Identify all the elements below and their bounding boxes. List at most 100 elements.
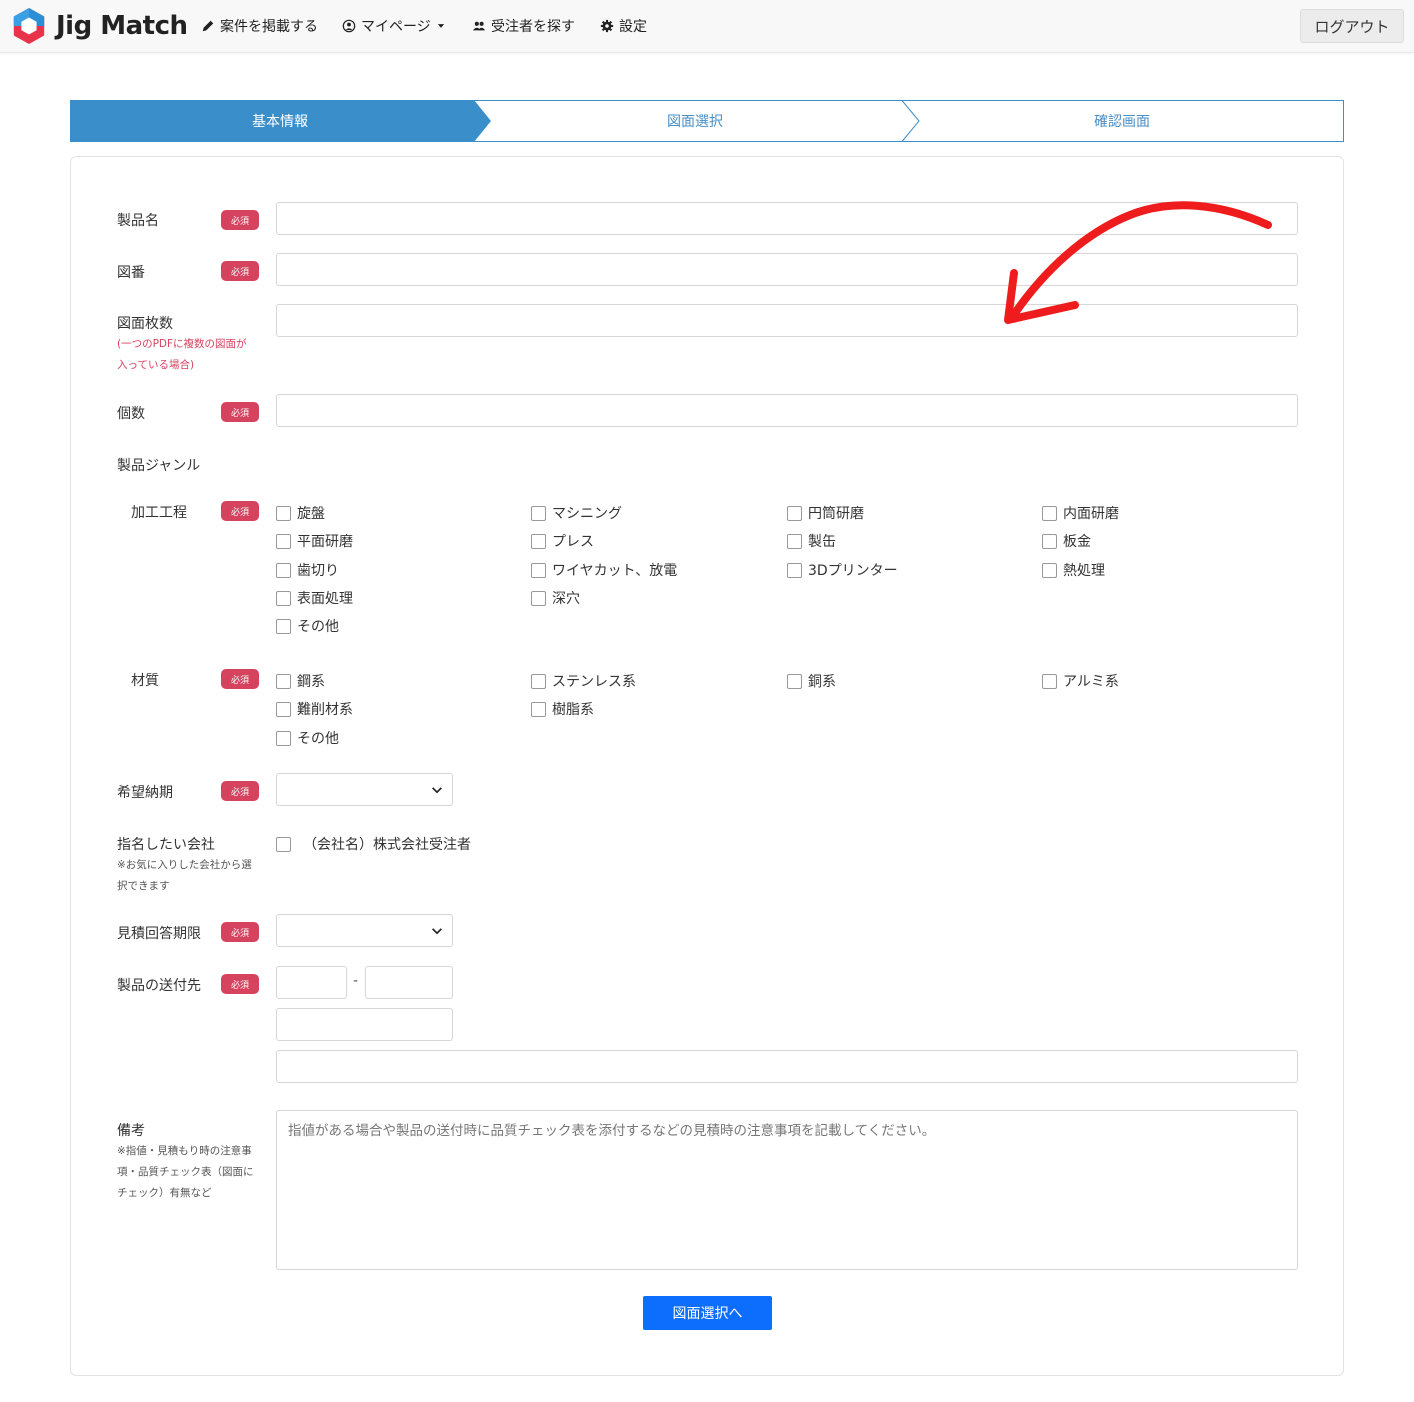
checkbox-box[interactable] — [787, 673, 802, 689]
checkbox-box[interactable] — [276, 590, 291, 606]
brand[interactable]: Jig Match — [10, 7, 188, 45]
process-checkbox-3d-printer[interactable]: 3Dプリンター — [787, 560, 898, 580]
step-progress: 基本情報 図面選択 確認画面 — [70, 100, 1344, 142]
checkbox-label: その他 — [297, 731, 339, 747]
quantity-label: 個数 — [117, 406, 145, 422]
process-checkbox-machining[interactable]: マシニング — [531, 503, 622, 523]
checkbox-box[interactable] — [787, 505, 802, 521]
material-checkbox-resin[interactable]: 樹脂系 — [531, 699, 594, 719]
pencil-icon — [202, 20, 214, 32]
next-to-drawing-select-button[interactable]: 図面選択へ — [643, 1296, 772, 1330]
checkbox-box[interactable] — [276, 836, 291, 852]
checkbox-label: アルミ系 — [1063, 674, 1119, 690]
step-drawing-select: 図面選択 — [667, 114, 723, 130]
brand-name: Jig Match — [56, 11, 188, 41]
quote-deadline-label: 見積回答期限 — [117, 926, 201, 942]
drawing-count-note-line1: (一つのPDFに複数の図面が — [117, 338, 247, 350]
nav-settings-label: 設定 — [619, 19, 647, 35]
process-checkbox-sheet-metal[interactable]: 板金 — [1042, 531, 1091, 551]
zip-separator: - — [353, 973, 359, 989]
checkbox-box[interactable] — [787, 533, 802, 549]
checkbox-label: 製缶 — [808, 534, 836, 550]
checkbox-box[interactable] — [276, 673, 291, 689]
process-checkbox-gear-cutting[interactable]: 歯切り — [276, 560, 339, 580]
remarks-label: 備考 — [117, 1123, 145, 1139]
checkbox-box[interactable] — [531, 533, 546, 549]
checkbox-label: 深穴 — [552, 591, 580, 607]
checkbox-label: 3Dプリンター — [808, 563, 898, 579]
step-basic-info: 基本情報 — [252, 114, 308, 130]
checkbox-box[interactable] — [531, 701, 546, 717]
checkbox-box[interactable] — [276, 618, 291, 634]
checkbox-box[interactable] — [531, 505, 546, 521]
checkbox-label: 銅系 — [808, 674, 836, 690]
checkbox-box[interactable] — [531, 673, 546, 689]
nav-settings[interactable]: 設定 — [600, 16, 647, 36]
checkbox-box[interactable] — [531, 562, 546, 578]
checkbox-box[interactable] — [276, 505, 291, 521]
process-checkbox-press[interactable]: プレス — [531, 531, 594, 551]
checkbox-box[interactable] — [1042, 673, 1057, 689]
checkbox-label: 円筒研磨 — [808, 506, 864, 522]
checkbox-label: 板金 — [1063, 534, 1091, 550]
delivery-select[interactable] — [276, 773, 453, 806]
material-checkbox-difficult[interactable]: 難削材系 — [276, 699, 353, 719]
nominate-label: 指名したい会社 — [117, 837, 215, 853]
process-checkbox-deep-hole[interactable]: 深穴 — [531, 588, 580, 608]
nav-post-job-label: 案件を掲載する — [220, 19, 318, 35]
material-checkbox-copper[interactable]: 銅系 — [787, 671, 836, 691]
checkbox-box[interactable] — [787, 562, 802, 578]
material-checkbox-steel[interactable]: 鋼系 — [276, 671, 325, 691]
checkbox-box[interactable] — [531, 590, 546, 606]
nav-find-contractor[interactable]: 受注者を探す — [472, 16, 575, 36]
process-checkbox-other[interactable]: その他 — [276, 616, 339, 636]
nav-mypage[interactable]: マイページ — [342, 16, 446, 36]
remarks-placeholder: 指値がある場合や製品の送付時に品質チェック表を添付するなどの見積時の注意事項を記… — [288, 1123, 936, 1139]
material-checkbox-other[interactable]: その他 — [276, 728, 339, 748]
checkbox-box[interactable] — [1042, 505, 1057, 521]
material-checkbox-stainless[interactable]: ステンレス系 — [531, 671, 636, 691]
ship-to-label: 製品の送付先 — [117, 978, 201, 994]
zip-code-first-input[interactable] — [276, 966, 347, 999]
process-checkbox-heat-treatment[interactable]: 熱処理 — [1042, 560, 1105, 580]
material-checkbox-aluminum[interactable]: アルミ系 — [1042, 671, 1119, 691]
prefecture-input[interactable] — [276, 1008, 453, 1041]
checkbox-label: プレス — [552, 534, 594, 550]
drawing-number-label: 図番 — [117, 265, 145, 281]
process-checkbox-wire-edm[interactable]: ワイヤカット、放電 — [531, 560, 677, 580]
address-input[interactable] — [276, 1050, 1298, 1083]
process-checkbox-surface-grinding[interactable]: 平面研磨 — [276, 531, 353, 551]
nominate-company-checkbox[interactable]: （会社名）株式会社受注者 — [276, 834, 471, 854]
process-checkbox-can-making[interactable]: 製缶 — [787, 531, 836, 551]
remarks-textarea[interactable]: 指値がある場合や製品の送付時に品質チェック表を添付するなどの見積時の注意事項を記… — [276, 1110, 1298, 1270]
zip-code-second-input[interactable] — [365, 966, 453, 999]
checkbox-label: マシニング — [552, 506, 622, 522]
checkbox-box[interactable] — [276, 562, 291, 578]
top-navbar: Jig Match 案件を掲載する マイページ 受注者を探す 設定 ログアウト — [0, 0, 1414, 53]
checkbox-box[interactable] — [276, 701, 291, 717]
users-icon — [472, 21, 486, 31]
checkbox-label: 表面処理 — [297, 591, 353, 607]
process-checkbox-cylindrical-grinding[interactable]: 円筒研磨 — [787, 503, 864, 523]
checkbox-label: 平面研磨 — [297, 534, 353, 550]
checkbox-label: （会社名）株式会社受注者 — [303, 837, 471, 853]
checkbox-box[interactable] — [276, 730, 291, 746]
checkbox-box[interactable] — [1042, 533, 1057, 549]
step-confirm: 確認画面 — [1094, 114, 1150, 130]
checkbox-box[interactable] — [1042, 562, 1057, 578]
quote-deadline-select[interactable] — [276, 914, 453, 947]
required-badge: 必須 — [221, 210, 259, 230]
process-checkbox-surface-treatment[interactable]: 表面処理 — [276, 588, 353, 608]
checkbox-box[interactable] — [276, 533, 291, 549]
quantity-input[interactable] — [276, 394, 1298, 427]
nav-post-job[interactable]: 案件を掲載する — [201, 16, 318, 36]
checkbox-label: 歯切り — [297, 563, 339, 579]
drawing-count-note-line2: 入っている場合) — [117, 359, 195, 371]
required-badge: 必須 — [221, 669, 259, 689]
process-checkbox-internal-grinding[interactable]: 内面研磨 — [1042, 503, 1119, 523]
logout-button[interactable]: ログアウト — [1300, 9, 1404, 43]
checkbox-label: 樹脂系 — [552, 702, 594, 718]
red-annotation-arrow-icon — [1004, 201, 1272, 324]
required-badge: 必須 — [221, 402, 259, 422]
process-checkbox-lathe[interactable]: 旋盤 — [276, 503, 325, 523]
